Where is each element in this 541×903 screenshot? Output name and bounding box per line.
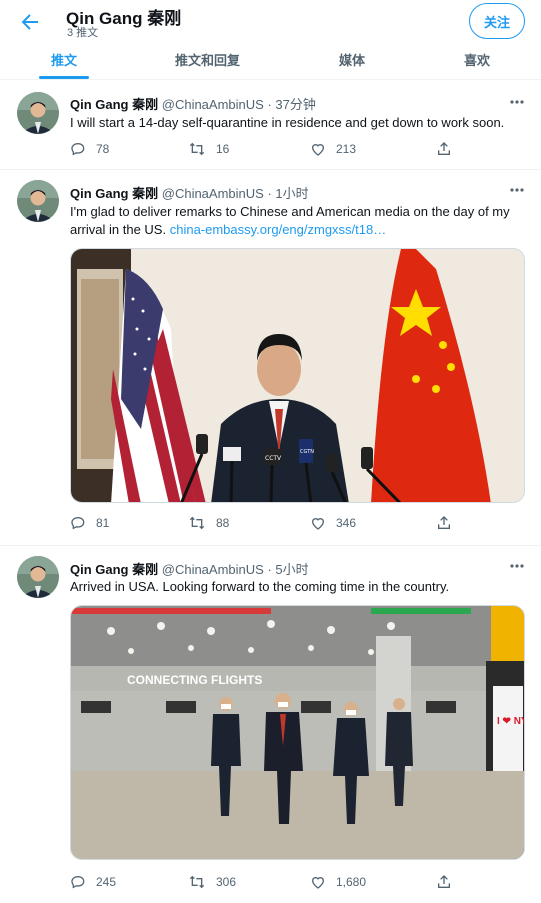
reply-count: 81 (96, 516, 110, 530)
like-count: 346 (336, 516, 357, 530)
reply-icon (71, 142, 85, 156)
reply-action[interactable]: 81 (70, 515, 109, 531)
tweet-actions: 78 16 213 (70, 141, 470, 159)
tweet-author-name[interactable]: Qin Gang 秦刚 (70, 562, 158, 577)
avatar[interactable] (17, 180, 59, 222)
mic-flag-cgtn: CGTN (300, 449, 314, 455)
connecting-flights-sign: CONNECTING FLIGHTS (127, 673, 262, 687)
tweet-header: Qin Gang 秦刚 @ChinaAmbinUS · 5小时 (70, 559, 309, 578)
tweet-text-body: Arrived in USA. Looking forward to the c… (70, 579, 450, 594)
reply-count: 78 (96, 142, 110, 156)
share-icon (438, 516, 450, 529)
like-action[interactable]: 1,680 (310, 874, 366, 890)
retweet-count: 16 (216, 142, 230, 156)
more-icon[interactable] (509, 562, 525, 570)
profile-header: Qin Gang 秦刚 3 推文 关注 (0, 0, 541, 44)
tweet-author-handle[interactable]: @ChinaAmbinUS (162, 562, 264, 577)
tweet-header: Qin Gang 秦刚 @ChinaAmbinUS · 1小时 (70, 183, 309, 202)
tweet-header: Qin Gang 秦刚 @ChinaAmbinUS · 37分钟 (70, 94, 316, 113)
retweet-action[interactable]: 88 (188, 515, 229, 531)
tab-tweets-and-replies[interactable]: 推文和回复 (175, 50, 240, 69)
more-icon[interactable] (509, 186, 525, 194)
retweet-count: 88 (216, 516, 230, 530)
tab-likes[interactable]: 喜欢 (464, 50, 490, 69)
like-icon (311, 518, 325, 530)
tweet-count: 3 推文 (67, 27, 99, 39)
tweet-text: I'm glad to deliver remarks to Chinese a… (70, 203, 528, 239)
share-icon (438, 142, 450, 155)
back-arrow-icon[interactable] (18, 10, 42, 34)
share-action[interactable] (436, 874, 462, 890)
tweet-author-handle[interactable]: @ChinaAmbinUS (162, 186, 264, 201)
tweet-author-name[interactable]: Qin Gang 秦刚 (70, 186, 158, 201)
reply-icon (71, 875, 85, 889)
avatar[interactable] (17, 92, 59, 134)
avatar[interactable] (17, 556, 59, 598)
tweet-3[interactable]: Qin Gang 秦刚 @ChinaAmbinUS · 5小时 Arrived … (0, 546, 541, 903)
tab-tweets[interactable]: 推文 (51, 50, 77, 69)
reply-count: 245 (96, 875, 117, 889)
follow-button[interactable]: 关注 (469, 3, 525, 39)
reply-action[interactable]: 78 (70, 141, 109, 157)
mic-flag-cctv: CCTV (265, 455, 282, 462)
tweet-text: I will start a 14-day self-quarantine in… (70, 114, 528, 132)
like-count: 213 (336, 142, 357, 156)
like-action[interactable]: 346 (310, 515, 356, 531)
retweet-action[interactable]: 16 (188, 141, 229, 157)
tweet-time[interactable]: · 37分钟 (267, 97, 315, 112)
tweet-author-handle[interactable]: @ChinaAmbinUS (162, 97, 264, 112)
retweet-icon (189, 516, 205, 530)
profile-tabs: 推文 推文和回复 媒体 喜欢 (0, 44, 541, 80)
tweet-photo-airport-arrival[interactable]: CONNECTING FLIGHTS I ❤ NY (70, 605, 525, 860)
tweet-text-body: I will start a 14-day self-quarantine in… (70, 115, 505, 130)
retweet-count: 306 (216, 875, 237, 889)
share-icon (438, 875, 450, 888)
tab-media[interactable]: 媒体 (339, 50, 365, 69)
tweet-text: Arrived in USA. Looking forward to the c… (70, 578, 528, 596)
i-love-ny-sign: I ❤ NY (497, 716, 525, 727)
tweet-photo-press-conference[interactable]: CCTV CGTN (70, 248, 525, 503)
like-count: 1,680 (336, 875, 367, 889)
tweet-1[interactable]: Qin Gang 秦刚 @ChinaAmbinUS · 37分钟 I will … (0, 81, 541, 170)
reply-action[interactable]: 245 (70, 874, 116, 890)
like-icon (311, 877, 325, 889)
tweet-author-name[interactable]: Qin Gang 秦刚 (70, 97, 158, 112)
tweet-time[interactable]: · 1小时 (267, 186, 308, 201)
retweet-icon (189, 875, 205, 889)
reply-icon (71, 516, 85, 530)
tweet-link[interactable]: china-embassy.org/eng/zmgxss/t18… (170, 222, 387, 237)
like-action[interactable]: 213 (310, 141, 356, 157)
tweet-time[interactable]: · 5小时 (267, 562, 308, 577)
retweet-icon (189, 142, 205, 156)
tweet-actions: 245 306 1,680 (70, 874, 470, 892)
like-icon (311, 144, 325, 156)
tweet-2[interactable]: Qin Gang 秦刚 @ChinaAmbinUS · 1小时 I'm glad… (0, 170, 541, 546)
share-action[interactable] (436, 141, 462, 157)
more-icon[interactable] (509, 98, 525, 106)
retweet-action[interactable]: 306 (188, 874, 236, 890)
active-tab-indicator (39, 76, 89, 79)
tweet-actions: 81 88 346 (70, 515, 470, 533)
share-action[interactable] (436, 515, 462, 531)
